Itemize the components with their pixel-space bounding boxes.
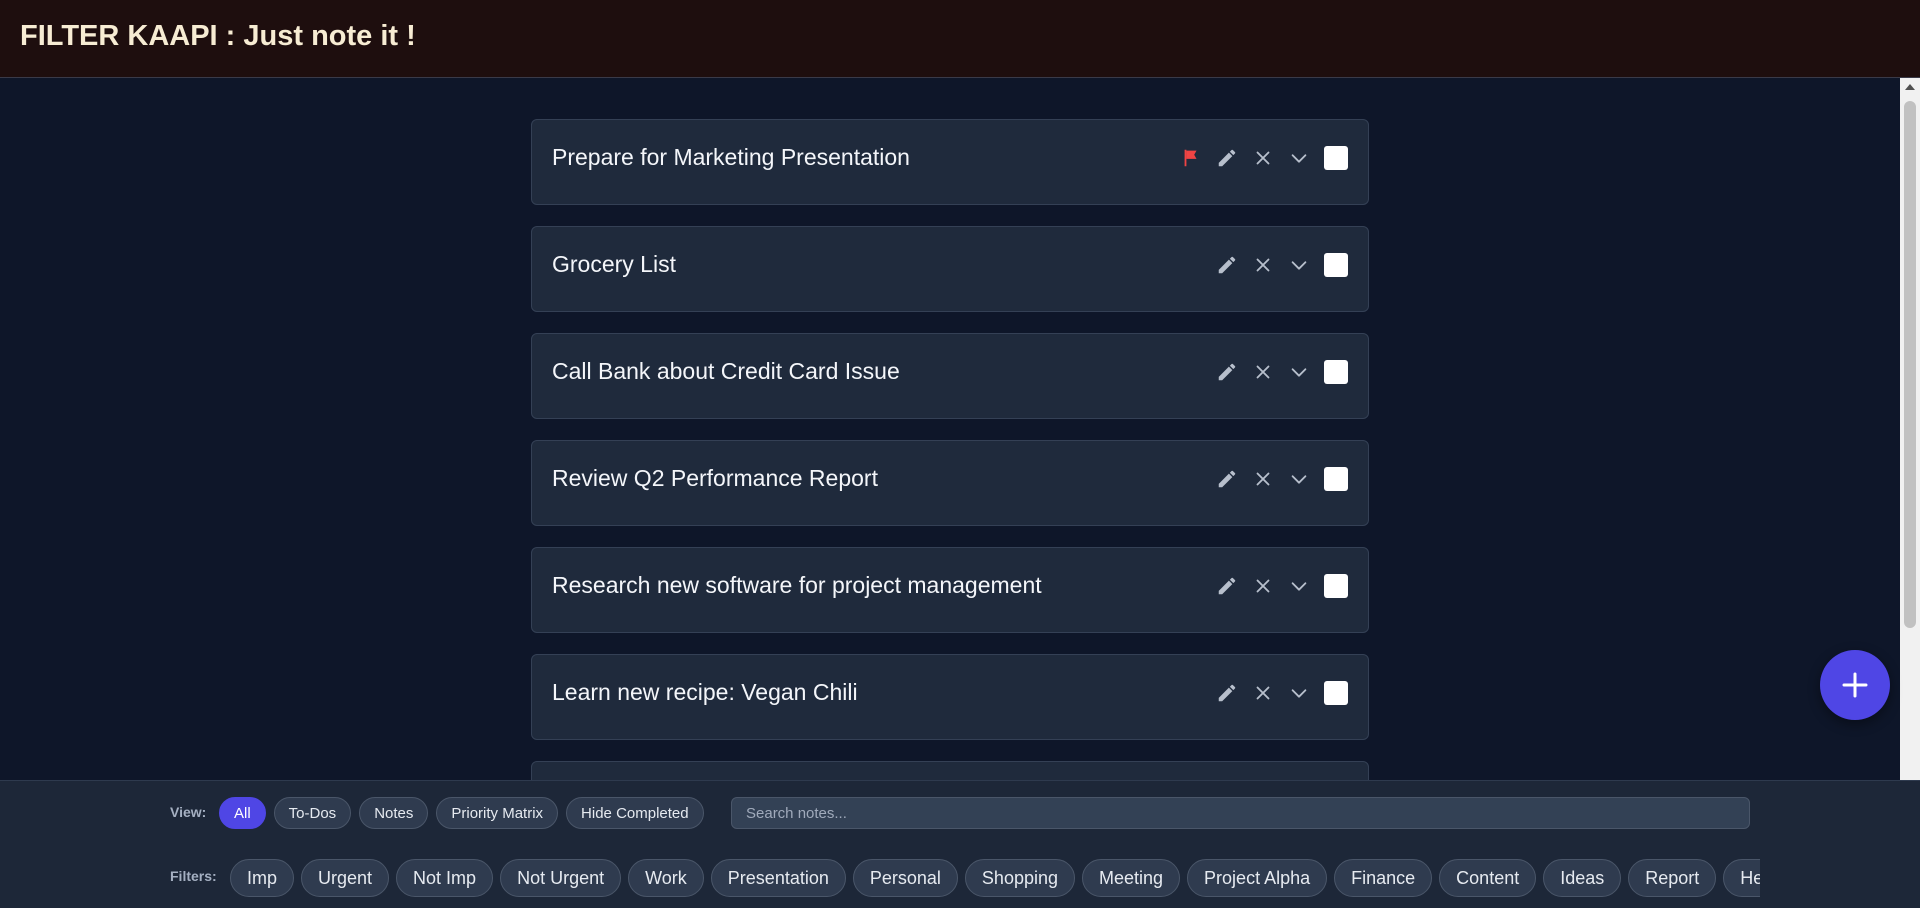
note-actions xyxy=(1178,144,1348,172)
scroll-up-arrow-icon[interactable] xyxy=(1905,84,1915,90)
chevron-down-icon-button[interactable] xyxy=(1286,466,1312,492)
pencil-icon xyxy=(1218,470,1236,488)
close-icon-button[interactable] xyxy=(1250,252,1276,278)
pencil-icon-button[interactable] xyxy=(1214,466,1240,492)
pencil-icon xyxy=(1218,684,1236,702)
filter-tags: Imp Urgent Not Imp Not Urgent Work Presentati… xyxy=(230,858,1760,898)
app-header: FILTER KAAPI : Just note it ! xyxy=(0,0,1920,78)
filter-tag[interactable]: Health xyxy=(1723,859,1760,897)
filter-tag[interactable]: Shopping xyxy=(964,859,1075,897)
note-actions xyxy=(1214,358,1348,386)
pencil-icon-button[interactable] xyxy=(1214,145,1240,171)
app-title: FILTER KAAPI : Just note it ! xyxy=(20,20,416,52)
filter-tag[interactable]: Not Urgent xyxy=(500,859,622,897)
note-actions xyxy=(1214,251,1348,279)
filter-tag[interactable]: Personal xyxy=(852,859,958,897)
note-title: Grocery List xyxy=(552,251,676,277)
close-icon xyxy=(1256,579,1270,593)
filter-tag[interactable]: Report xyxy=(1628,859,1717,897)
notes-list[interactable]: Prepare for Marketing Presentation Grocer… xyxy=(0,78,1900,780)
note-card[interactable]: Research new software for project manage… xyxy=(531,547,1369,633)
add-note-button[interactable] xyxy=(1820,650,1890,720)
chevron-down-icon xyxy=(1291,368,1307,377)
search-input[interactable] xyxy=(731,797,1750,829)
pencil-icon-button[interactable] xyxy=(1214,680,1240,706)
chevron-down-icon-button[interactable] xyxy=(1286,145,1312,171)
view-option-notes[interactable]: Notes xyxy=(359,797,429,829)
plus-icon xyxy=(1842,672,1868,698)
chevron-down-icon-button[interactable] xyxy=(1286,573,1312,599)
filter-tags-scroller[interactable]: Imp Urgent Not Imp Not Urgent Work Presentati… xyxy=(230,858,1760,898)
note-title: Prepare for Marketing Presentation xyxy=(552,144,910,170)
close-icon-button[interactable] xyxy=(1250,573,1276,599)
note-actions xyxy=(1214,465,1348,493)
chevron-down-icon xyxy=(1291,261,1307,270)
filter-tag[interactable]: Not Imp xyxy=(396,859,494,897)
complete-checkbox[interactable] xyxy=(1324,467,1348,491)
note-card[interactable]: Prepare for Marketing Presentation xyxy=(531,119,1369,205)
pencil-icon-button[interactable] xyxy=(1214,573,1240,599)
filter-tag[interactable]: Work xyxy=(628,859,704,897)
flag-icon xyxy=(1184,149,1197,167)
note-title: Review Q2 Performance Report xyxy=(552,465,878,491)
note-title: Research new software for project manage… xyxy=(552,572,1042,598)
chevron-down-icon xyxy=(1291,154,1307,163)
view-option-all[interactable]: All xyxy=(219,797,266,829)
chevron-down-icon xyxy=(1291,475,1307,484)
filter-tag[interactable]: Meeting xyxy=(1082,859,1181,897)
complete-checkbox[interactable] xyxy=(1324,574,1348,598)
note-title: Learn new recipe: Vegan Chili xyxy=(552,679,858,705)
chevron-down-icon-button[interactable] xyxy=(1286,359,1312,385)
note-card[interactable] xyxy=(531,761,1369,780)
view-option-priority-matrix[interactable]: Priority Matrix xyxy=(436,797,559,829)
bottom-toolbar: View: All To-Dos Notes Priority Matrix Hide … xyxy=(0,780,1920,908)
pencil-icon-button[interactable] xyxy=(1214,359,1240,385)
note-card[interactable]: Learn new recipe: Vegan Chili xyxy=(531,654,1369,740)
note-actions xyxy=(1214,572,1348,600)
complete-checkbox[interactable] xyxy=(1324,146,1348,170)
close-icon xyxy=(1256,258,1270,272)
filter-tag[interactable]: Finance xyxy=(1334,859,1433,897)
close-icon-button[interactable] xyxy=(1250,145,1276,171)
filter-tag[interactable]: Urgent xyxy=(301,859,390,897)
close-icon xyxy=(1256,151,1270,165)
close-icon xyxy=(1256,686,1270,700)
close-icon-button[interactable] xyxy=(1250,359,1276,385)
chevron-down-icon xyxy=(1291,689,1307,698)
view-label: View: xyxy=(170,804,207,820)
complete-checkbox[interactable] xyxy=(1324,360,1348,384)
pencil-icon xyxy=(1218,149,1236,167)
chevron-down-icon xyxy=(1291,582,1307,591)
scrollbar-thumb[interactable] xyxy=(1904,101,1916,628)
chevron-down-icon-button[interactable] xyxy=(1286,680,1312,706)
close-icon xyxy=(1256,472,1270,486)
pencil-icon xyxy=(1218,256,1236,274)
note-card[interactable]: Call Bank about Credit Card Issue xyxy=(531,333,1369,419)
view-options: All To-Dos Notes Priority Matrix Hide Comple… xyxy=(219,797,704,829)
note-title: Call Bank about Credit Card Issue xyxy=(552,358,900,384)
filter-tag[interactable]: Imp xyxy=(230,859,295,897)
filter-tag[interactable]: Content xyxy=(1439,859,1537,897)
note-card[interactable]: Review Q2 Performance Report xyxy=(531,440,1369,526)
close-icon-button[interactable] xyxy=(1250,466,1276,492)
flag-icon-button[interactable] xyxy=(1178,145,1204,171)
note-actions xyxy=(1214,679,1348,707)
close-icon xyxy=(1256,365,1270,379)
filter-tag[interactable]: Project Alpha xyxy=(1187,859,1328,897)
view-option-to-dos[interactable]: To-Dos xyxy=(273,797,352,829)
close-icon-button[interactable] xyxy=(1250,680,1276,706)
chevron-down-icon-button[interactable] xyxy=(1286,252,1312,278)
filter-tag[interactable]: Presentation xyxy=(710,859,846,897)
filter-tag[interactable]: Ideas xyxy=(1543,859,1622,897)
complete-checkbox[interactable] xyxy=(1324,681,1348,705)
complete-checkbox[interactable] xyxy=(1324,253,1348,277)
pencil-icon-button[interactable] xyxy=(1214,252,1240,278)
pencil-icon xyxy=(1218,363,1236,381)
pencil-icon xyxy=(1218,577,1236,595)
view-option-hide-completed[interactable]: Hide Completed xyxy=(566,797,704,829)
filters-label: Filters: xyxy=(170,868,217,884)
note-card[interactable]: Grocery List xyxy=(531,226,1369,312)
